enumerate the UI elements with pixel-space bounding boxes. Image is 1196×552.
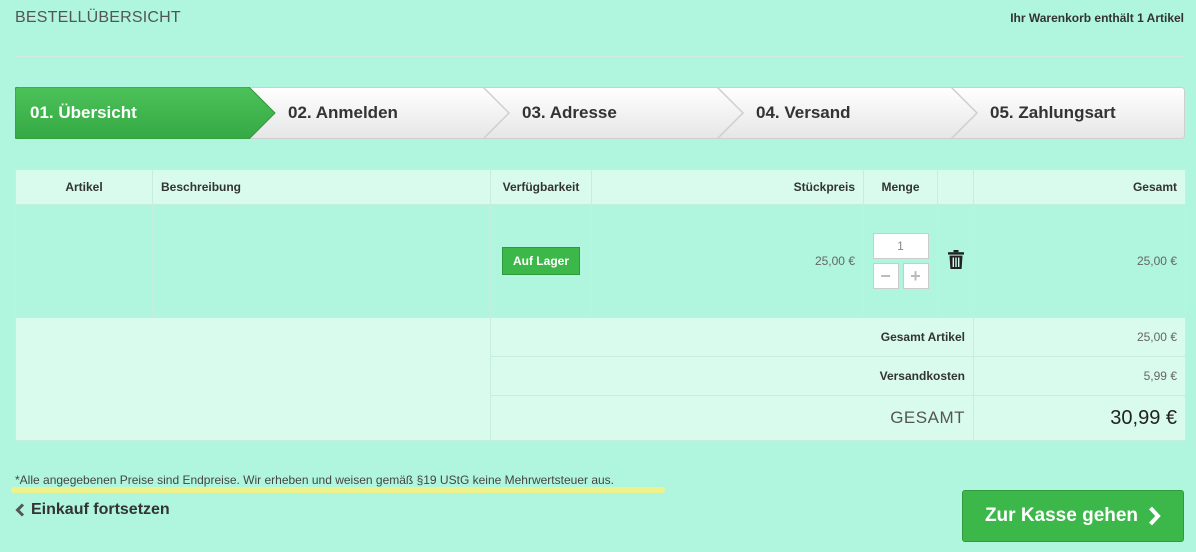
column-header-description: Beschreibung (152, 169, 491, 205)
item-image[interactable] (15, 204, 153, 318)
column-header-quantity: Menge (863, 169, 938, 205)
cart-count[interactable]: Ihr Warenkorb enthält 1 Artikel (1010, 11, 1184, 25)
step-payment[interactable]: 05. Zahlungsart (990, 87, 1116, 139)
summary-row-items: Gesamt Artikel 25,00 € (15, 317, 1186, 441)
item-availability: Auf Lager (490, 204, 592, 318)
column-header-unit-price: Stückpreis (591, 169, 864, 205)
item-description (152, 204, 491, 318)
shipping-value: 5,99 € (973, 356, 1186, 396)
checkout-steps: 01. Übersicht 02. Anmelden 03. Adresse 0… (15, 87, 1185, 139)
item-total: 25,00 € (973, 204, 1186, 318)
chevron-right-icon (1149, 506, 1161, 526)
quantity-stepper: 1 − + (863, 204, 938, 318)
items-total-label: Gesamt Artikel (490, 317, 974, 357)
cart-table: Artikel Beschreibung Verfügbarkeit Stück… (15, 169, 1186, 441)
divider (15, 56, 1184, 57)
step-login[interactable]: 02. Anmelden (288, 87, 398, 139)
disclaimer-highlight (11, 487, 665, 493)
page-title: BESTELLÜBERSICHT (15, 9, 181, 26)
column-header-total: Gesamt (973, 169, 1186, 205)
chevron-left-icon (15, 503, 25, 517)
price-disclaimer: *Alle angegebenen Preise sind Endpreise.… (15, 473, 615, 487)
item-unit-price: 25,00 € (591, 204, 864, 318)
items-total-value: 25,00 € (973, 317, 1186, 357)
step-shipping[interactable]: 04. Versand (756, 87, 851, 139)
trash-icon[interactable] (947, 250, 964, 269)
remove-item-button[interactable] (937, 204, 974, 318)
checkout-label: Zur Kasse gehen (984, 505, 1139, 526)
summary-spacer (15, 317, 491, 441)
decrease-quantity-button[interactable]: − (872, 263, 899, 289)
table-row: Auf Lager 25,00 € 1 − + 25,00 € (15, 204, 1186, 318)
continue-shopping-label: Einkauf fortsetzen (31, 501, 170, 518)
column-header-actions (937, 169, 974, 205)
column-header-article: Artikel (15, 169, 153, 205)
shipping-label: Versandkosten (490, 356, 974, 396)
grand-total-value: 30,99 € (973, 395, 1186, 441)
checkout-button[interactable]: Zur Kasse gehen (962, 490, 1184, 542)
step-overview[interactable]: 01. Übersicht (30, 87, 137, 139)
column-header-availability: Verfügbarkeit (490, 169, 592, 205)
availability-badge: Auf Lager (501, 247, 580, 275)
grand-total-label: GESAMT (490, 395, 974, 441)
table-header-row: Artikel Beschreibung Verfügbarkeit Stück… (15, 169, 1186, 205)
step-address[interactable]: 03. Adresse (522, 87, 617, 139)
continue-shopping-link[interactable]: Einkauf fortsetzen (15, 501, 170, 519)
increase-quantity-button[interactable]: + (902, 263, 929, 289)
quantity-input[interactable]: 1 (872, 233, 929, 259)
